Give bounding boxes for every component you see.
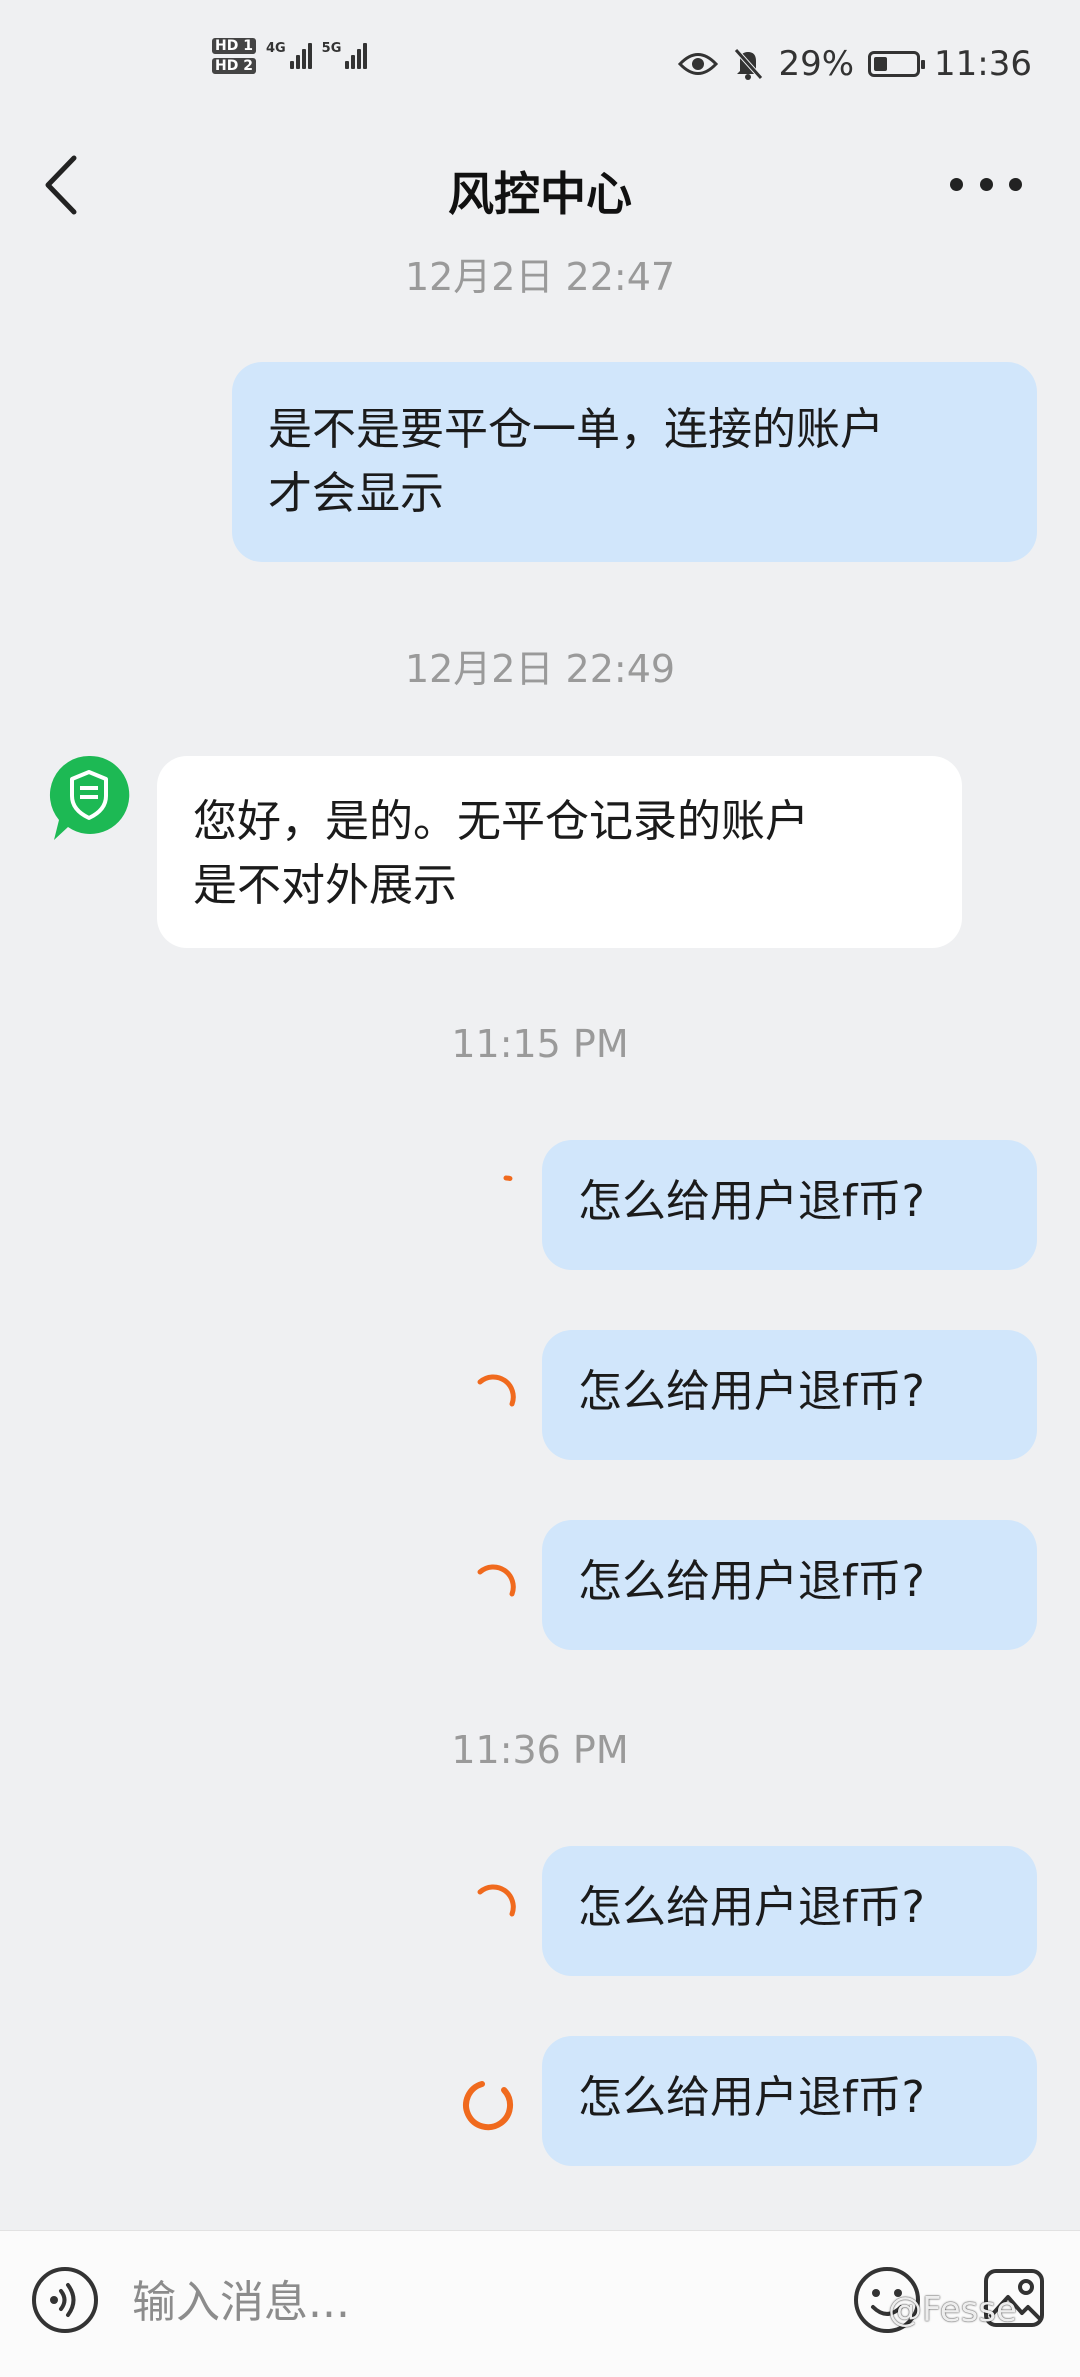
- voice-input-icon[interactable]: [30, 2265, 100, 2335]
- battery-percent: 29%: [778, 44, 855, 84]
- risk-center-avatar[interactable]: [48, 754, 130, 842]
- sending-spinner-icon: [477, 1374, 516, 1407]
- outgoing-message[interactable]: 怎么给用户退f币?: [542, 1520, 1037, 1650]
- timestamp: 11:36 PM: [451, 1728, 629, 1772]
- outgoing-message[interactable]: 是不是要平仓一单，连接的账户 才会显示: [232, 362, 1037, 562]
- status-bar: HD 1 HD 2 4G 5G 29% 11:36: [0, 0, 1080, 130]
- page-title: 风控中心: [448, 167, 632, 221]
- status-time: 11:36: [934, 44, 1032, 84]
- sending-spinner-icon: [463, 2081, 513, 2131]
- watermark: @Fesse: [888, 2290, 1017, 2330]
- message-input[interactable]: [130, 2269, 814, 2335]
- hd1-badge: HD 1: [212, 38, 256, 54]
- battery-icon: [868, 51, 926, 77]
- timestamp: 12月2日 22:47: [404, 255, 676, 299]
- status-right: 29% 11:36: [678, 44, 1032, 84]
- net2-label: 5G: [321, 41, 342, 56]
- timestamp: 12月2日 22:49: [404, 647, 676, 691]
- incoming-message[interactable]: 您好，是的。无平仓记录的账户 是不对外展示: [157, 756, 962, 948]
- signal-icon-sim2: 5G: [321, 41, 368, 69]
- sending-spinner-icon: [477, 1564, 516, 1597]
- signal-icon-sim1: 4G: [265, 41, 312, 69]
- mute-bell-icon: [734, 48, 764, 80]
- net1-label: 4G: [265, 41, 286, 56]
- outgoing-message[interactable]: 怎么给用户退f币?: [542, 1140, 1037, 1270]
- eye-icon: [678, 53, 719, 75]
- outgoing-message[interactable]: 怎么给用户退f币?: [542, 2036, 1037, 2166]
- sending-spinner-icon: [487, 1175, 525, 1213]
- sending-spinner-icon: [477, 1884, 516, 1917]
- hd-badges: HD 1 HD 2: [212, 38, 256, 74]
- timestamp: 11:15 PM: [451, 1022, 629, 1066]
- more-options-icon[interactable]: [950, 172, 1022, 196]
- network-indicators: HD 1 HD 2 4G 5G: [212, 38, 368, 74]
- outgoing-message[interactable]: 怎么给用户退f币?: [542, 1846, 1037, 1976]
- hd2-badge: HD 2: [212, 58, 256, 74]
- outgoing-message[interactable]: 怎么给用户退f币?: [542, 1330, 1037, 1460]
